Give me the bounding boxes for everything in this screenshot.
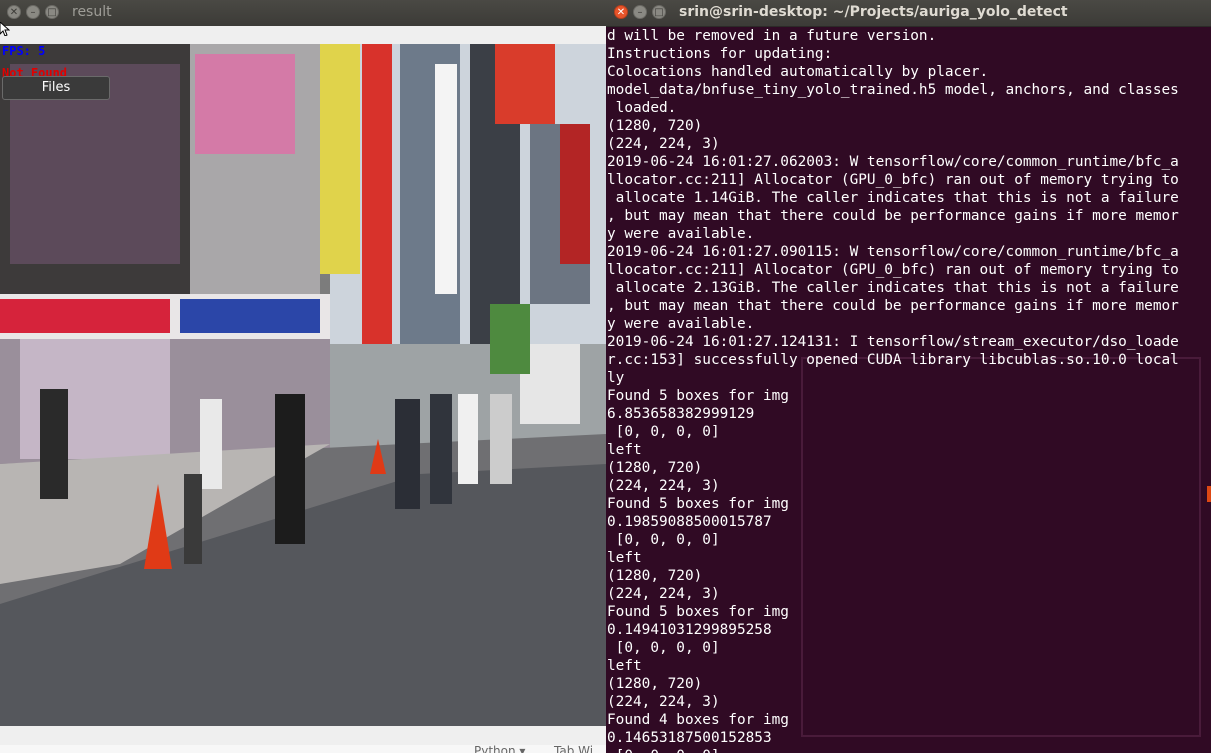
terminal-line: (1280, 720) xyxy=(607,460,703,476)
terminal-titlebar: ✕ – □ srin@srin-desktop: ~/Projects/auri… xyxy=(606,0,1211,27)
video-frame xyxy=(0,44,606,726)
terminal-window: ✕ – □ srin@srin-desktop: ~/Projects/auri… xyxy=(606,0,1211,753)
terminal-line: , but may mean that there could be perfo… xyxy=(607,298,1179,314)
terminal-line: 0.14941031299895258 xyxy=(607,622,772,638)
tab-width-selector[interactable]: Tab Wi xyxy=(554,744,593,753)
fps-overlay-text: FPS: 5 xyxy=(2,44,46,58)
window-title: result xyxy=(72,4,112,20)
terminal-line: 2019-06-24 16:01:27.124131: I tensorflow… xyxy=(607,334,1179,350)
terminal-line: Found 5 boxes for img xyxy=(607,496,789,512)
terminal-line: (1280, 720) xyxy=(607,568,703,584)
terminal-title: srin@srin-desktop: ~/Projects/auriga_yol… xyxy=(679,4,1068,20)
terminal-line: left xyxy=(607,550,642,566)
terminal-line: 0.14653187500152853 xyxy=(607,730,772,746)
terminal-line: llocator.cc:211] Allocator (GPU_0_bfc) r… xyxy=(607,262,1179,278)
close-icon[interactable]: ✕ xyxy=(614,5,628,19)
terminal-line: left xyxy=(607,658,642,674)
terminal-line: llocator.cc:211] Allocator (GPU_0_bfc) r… xyxy=(607,172,1179,188)
maximize-icon[interactable]: □ xyxy=(45,5,59,19)
terminal-line: Colocations handled automatically by pla… xyxy=(607,64,989,80)
files-button[interactable]: Files xyxy=(2,76,110,100)
terminal-lines: d will be removed in a future version. In… xyxy=(607,27,1179,753)
mouse-cursor-icon xyxy=(0,22,10,36)
terminal-line: r.cc:153] successfully opened CUDA libra… xyxy=(607,352,1179,368)
terminal-line: y were available. xyxy=(607,316,755,332)
terminal-output[interactable]: d will be removed in a future version. In… xyxy=(606,27,1211,753)
terminal-line: (1280, 720) xyxy=(607,118,703,134)
language-mode-selector[interactable]: Python ▾ xyxy=(474,744,525,753)
terminal-line: 2019-06-24 16:01:27.062003: W tensorflow… xyxy=(607,154,1179,170)
terminal-line: Found 4 boxes for img xyxy=(607,712,789,728)
terminal-line: , but may mean that there could be perfo… xyxy=(607,208,1179,224)
terminal-line: 6.853658382999129 xyxy=(607,406,755,422)
terminal-line: allocate 2.13GiB. The caller indicates t… xyxy=(607,280,1179,296)
result-toolbar xyxy=(0,26,606,44)
terminal-line: Found 5 boxes for img xyxy=(607,604,789,620)
street-scene-image xyxy=(0,44,606,726)
close-icon[interactable]: ✕ xyxy=(7,5,21,19)
terminal-line: [0, 0, 0, 0] xyxy=(607,747,1179,753)
minimize-icon[interactable]: – xyxy=(26,5,40,19)
terminal-line: (224, 224, 3) xyxy=(607,586,720,602)
result-window: ✕ – □ result FPS: 5 Not Found Files Pyth… xyxy=(0,0,606,753)
terminal-line: [0, 0, 0, 0] xyxy=(607,532,720,548)
terminal-line: (224, 224, 3) xyxy=(607,694,720,710)
maximize-icon[interactable]: □ xyxy=(652,5,666,19)
terminal-line: Found 5 boxes for img xyxy=(607,388,789,404)
terminal-line: left xyxy=(607,442,642,458)
terminal-line: (1280, 720) xyxy=(607,676,703,692)
terminal-line: (224, 224, 3) xyxy=(607,136,720,152)
terminal-line: loaded. xyxy=(607,100,677,116)
terminal-line: allocate 1.14GiB. The caller indicates t… xyxy=(607,190,1179,206)
terminal-line: [0, 0, 0, 0] xyxy=(607,424,720,440)
terminal-line: Instructions for updating: xyxy=(607,46,833,62)
terminal-line: ly xyxy=(607,370,625,386)
scroll-indicator[interactable] xyxy=(1207,486,1211,502)
terminal-line: d will be removed in a future version. xyxy=(607,28,937,44)
result-titlebar: ✕ – □ result xyxy=(0,0,606,27)
terminal-line: model_data/bnfuse_tiny_yolo_trained.h5 m… xyxy=(607,82,1179,98)
terminal-line: 0.19859088500015787 xyxy=(607,514,772,530)
terminal-line: [0, 0, 0, 0] xyxy=(607,640,720,656)
terminal-line: (224, 224, 3) xyxy=(607,478,720,494)
terminal-line: y were available. xyxy=(607,226,755,242)
minimize-icon[interactable]: – xyxy=(633,5,647,19)
terminal-line: 2019-06-24 16:01:27.090115: W tensorflow… xyxy=(607,244,1179,260)
